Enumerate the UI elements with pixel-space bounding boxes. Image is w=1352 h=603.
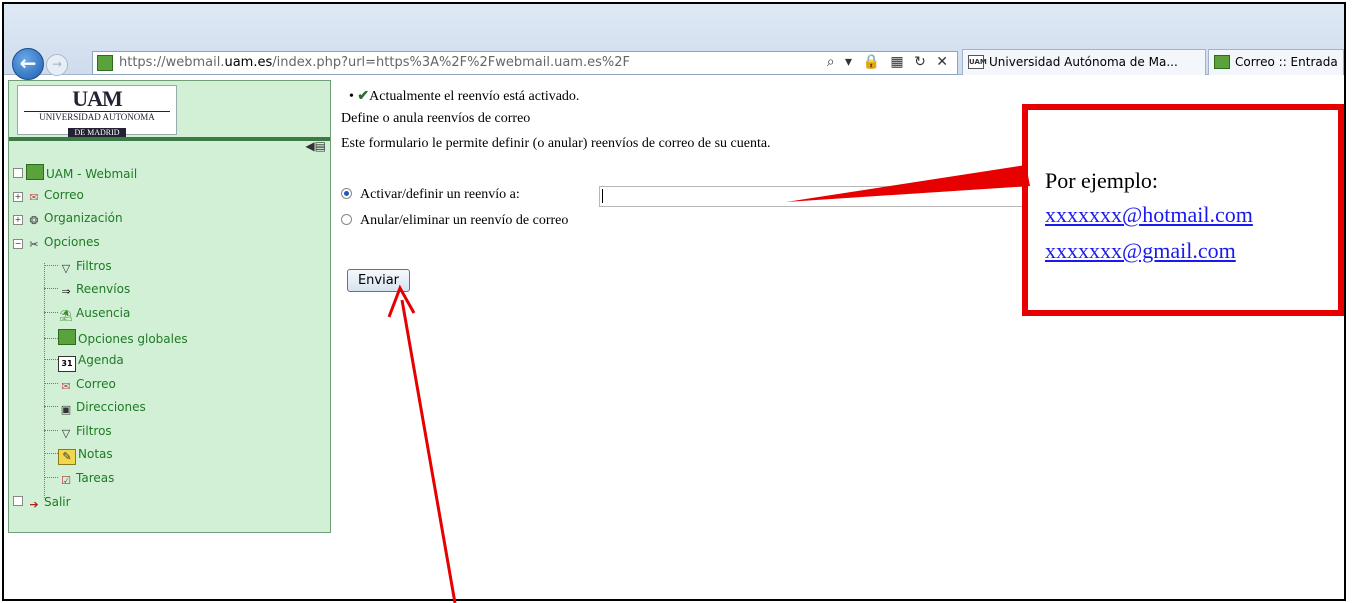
sidebar-item-label: Opciones bbox=[44, 235, 100, 249]
sidebar: UAM UNIVERSIDAD AUTONOMA DE MADRID ◀▤ UA… bbox=[8, 80, 331, 533]
radio-activar[interactable] bbox=[341, 188, 352, 199]
option-anular-row[interactable]: Anular/eliminar un reenvío de correo bbox=[341, 213, 568, 229]
sidebar-item-ausencia[interactable]: ⛱ Ausencia bbox=[44, 306, 130, 323]
uam-logo: UAM UNIVERSIDAD AUTONOMA DE MADRID bbox=[17, 85, 177, 137]
sidebar-item-label: Direcciones bbox=[76, 400, 146, 414]
logo-mark: UAM bbox=[72, 86, 123, 111]
sidebar-item-organizacion[interactable]: + ❂ Organización bbox=[13, 211, 123, 228]
sidebar-item-tareas[interactable]: ☑ Tareas bbox=[44, 471, 114, 488]
sidebar-item-notas[interactable]: ✎ Notas bbox=[44, 447, 113, 465]
sidebar-item-label: Filtros bbox=[76, 259, 112, 273]
option-anular-label: Anular/eliminar un reenvío de correo bbox=[360, 213, 569, 228]
tab-label: Universidad Autónoma de Ma... bbox=[989, 55, 1178, 69]
tab-correo[interactable]: Correo :: Entrada bbox=[1208, 49, 1344, 75]
example-email-hotmail[interactable]: xxxxxxx@hotmail.com bbox=[1045, 202, 1253, 228]
address-url: https://webmail.uam.es/index.php?url=htt… bbox=[119, 55, 630, 70]
sidebar-item-opciones[interactable]: − ✂ Opciones bbox=[13, 235, 100, 252]
tab-label: Correo :: Entrada bbox=[1235, 55, 1338, 69]
calendar-icon: 31 bbox=[58, 356, 76, 372]
tasks-icon: ☑ bbox=[61, 474, 71, 487]
sidebar-item-label: Notas bbox=[78, 447, 113, 461]
page-title: Define o anula reenvíos de correo bbox=[341, 111, 531, 126]
sidebar-item-label: Agenda bbox=[78, 353, 124, 367]
option-activar-label: Activar/definir un reenvío a: bbox=[360, 187, 520, 202]
address-bar-icons[interactable]: ⌕ ▾ 🔒 ▦ ↻ ✕ bbox=[827, 54, 951, 70]
organization-icon: ❂ bbox=[29, 214, 39, 227]
sidebar-item-label: Ausencia bbox=[76, 306, 131, 320]
checkmark-icon: ✔ bbox=[357, 89, 370, 104]
sidebar-item-label: Correo bbox=[44, 188, 84, 202]
logo-text: UNIVERSIDAD AUTONOMA bbox=[24, 111, 170, 122]
sidebar-item-direcciones[interactable]: ▣ Direcciones bbox=[44, 400, 146, 417]
browser-toolbar: ← → https://webmail.uam.es/index.php?url… bbox=[4, 4, 1344, 80]
screenshot-frame: ← → https://webmail.uam.es/index.php?url… bbox=[2, 2, 1346, 601]
page-description: Este formulario le permite definir (o an… bbox=[341, 136, 771, 151]
sidebar-item-filtros[interactable]: ▽ Filtros bbox=[44, 259, 112, 276]
sidebar-item-label: Salir bbox=[44, 495, 71, 509]
sidebar-item-label: Reenvíos bbox=[76, 282, 131, 296]
sidebar-item-label: Opciones globales bbox=[78, 332, 188, 346]
example-callout: Por ejemplo: xxxxxxx@hotmail.com xxxxxxx… bbox=[1022, 104, 1344, 316]
sidebar-item-label: Organización bbox=[44, 211, 123, 225]
collapse-sidebar-icon[interactable]: ◀▤ bbox=[305, 139, 326, 153]
sidebar-item-label: UAM - Webmail bbox=[46, 167, 138, 181]
webmail-icon bbox=[26, 164, 44, 180]
tree-expander-icon[interactable] bbox=[13, 168, 23, 178]
global-options-icon bbox=[58, 329, 76, 345]
sidebar-item-uam-webmail[interactable]: UAM - Webmail bbox=[13, 164, 137, 181]
sidebar-item-correo-opciones[interactable]: ✉ Correo bbox=[44, 377, 116, 394]
filter-icon: ▽ bbox=[61, 427, 71, 440]
webmail-favicon-icon bbox=[1214, 55, 1230, 69]
forward-button[interactable]: → bbox=[46, 54, 68, 76]
tab-universidad[interactable]: UAM Universidad Autónoma de Ma... bbox=[962, 49, 1206, 75]
filter-icon: ▽ bbox=[61, 262, 71, 275]
uam-favicon-icon: UAM bbox=[968, 55, 987, 69]
exit-icon: ➔ bbox=[29, 498, 39, 511]
site-favicon-icon bbox=[97, 55, 113, 71]
radio-anular[interactable] bbox=[341, 214, 352, 225]
forward-arrow-icon: ⇒ bbox=[61, 285, 71, 298]
status-text: Actualmente el reenvío está activado. bbox=[369, 89, 580, 104]
back-button[interactable]: ← bbox=[12, 48, 44, 80]
address-bar[interactable]: https://webmail.uam.es/index.php?url=htt… bbox=[92, 51, 958, 75]
sidebar-item-agenda[interactable]: 31 Agenda bbox=[44, 353, 124, 372]
notes-icon: ✎ bbox=[58, 449, 76, 465]
logo-subtitle: DE MADRID bbox=[68, 128, 126, 137]
sidebar-item-salir[interactable]: ➔ Salir bbox=[13, 495, 71, 512]
sidebar-item-label: Correo bbox=[76, 377, 116, 391]
mail-icon: ✉ bbox=[29, 191, 39, 204]
sidebar-item-filtros-2[interactable]: ▽ Filtros bbox=[44, 424, 112, 441]
callout-title: Por ejemplo: bbox=[1045, 168, 1159, 193]
tree-expander-icon[interactable]: − bbox=[13, 239, 23, 249]
tree-expander-icon[interactable]: + bbox=[13, 215, 23, 225]
vacation-icon: ⛱ bbox=[59, 309, 73, 322]
logo-band bbox=[9, 137, 330, 141]
status-message: • ✔Actualmente el reenvío está activado. bbox=[349, 89, 580, 104]
option-activar-row[interactable]: Activar/definir un reenvío a: bbox=[341, 187, 520, 203]
address-book-icon: ▣ bbox=[60, 403, 72, 416]
tree-expander-icon[interactable]: + bbox=[13, 192, 23, 202]
sidebar-item-label: Tareas bbox=[76, 471, 115, 485]
sidebar-item-correo[interactable]: + ✉ Correo bbox=[13, 188, 84, 205]
send-button[interactable]: Enviar bbox=[347, 269, 410, 292]
forward-address-input[interactable] bbox=[599, 186, 1077, 207]
sidebar-item-opciones-globales[interactable]: Opciones globales bbox=[44, 329, 188, 346]
mail-icon: ✉ bbox=[61, 380, 71, 393]
tree-expander-icon[interactable] bbox=[13, 496, 23, 506]
sidebar-item-reenvios[interactable]: ⇒ Reenvíos bbox=[44, 282, 130, 299]
example-email-gmail[interactable]: xxxxxxx@gmail.com bbox=[1045, 238, 1236, 264]
tools-icon: ✂ bbox=[29, 238, 39, 251]
sidebar-item-label: Filtros bbox=[76, 424, 112, 438]
